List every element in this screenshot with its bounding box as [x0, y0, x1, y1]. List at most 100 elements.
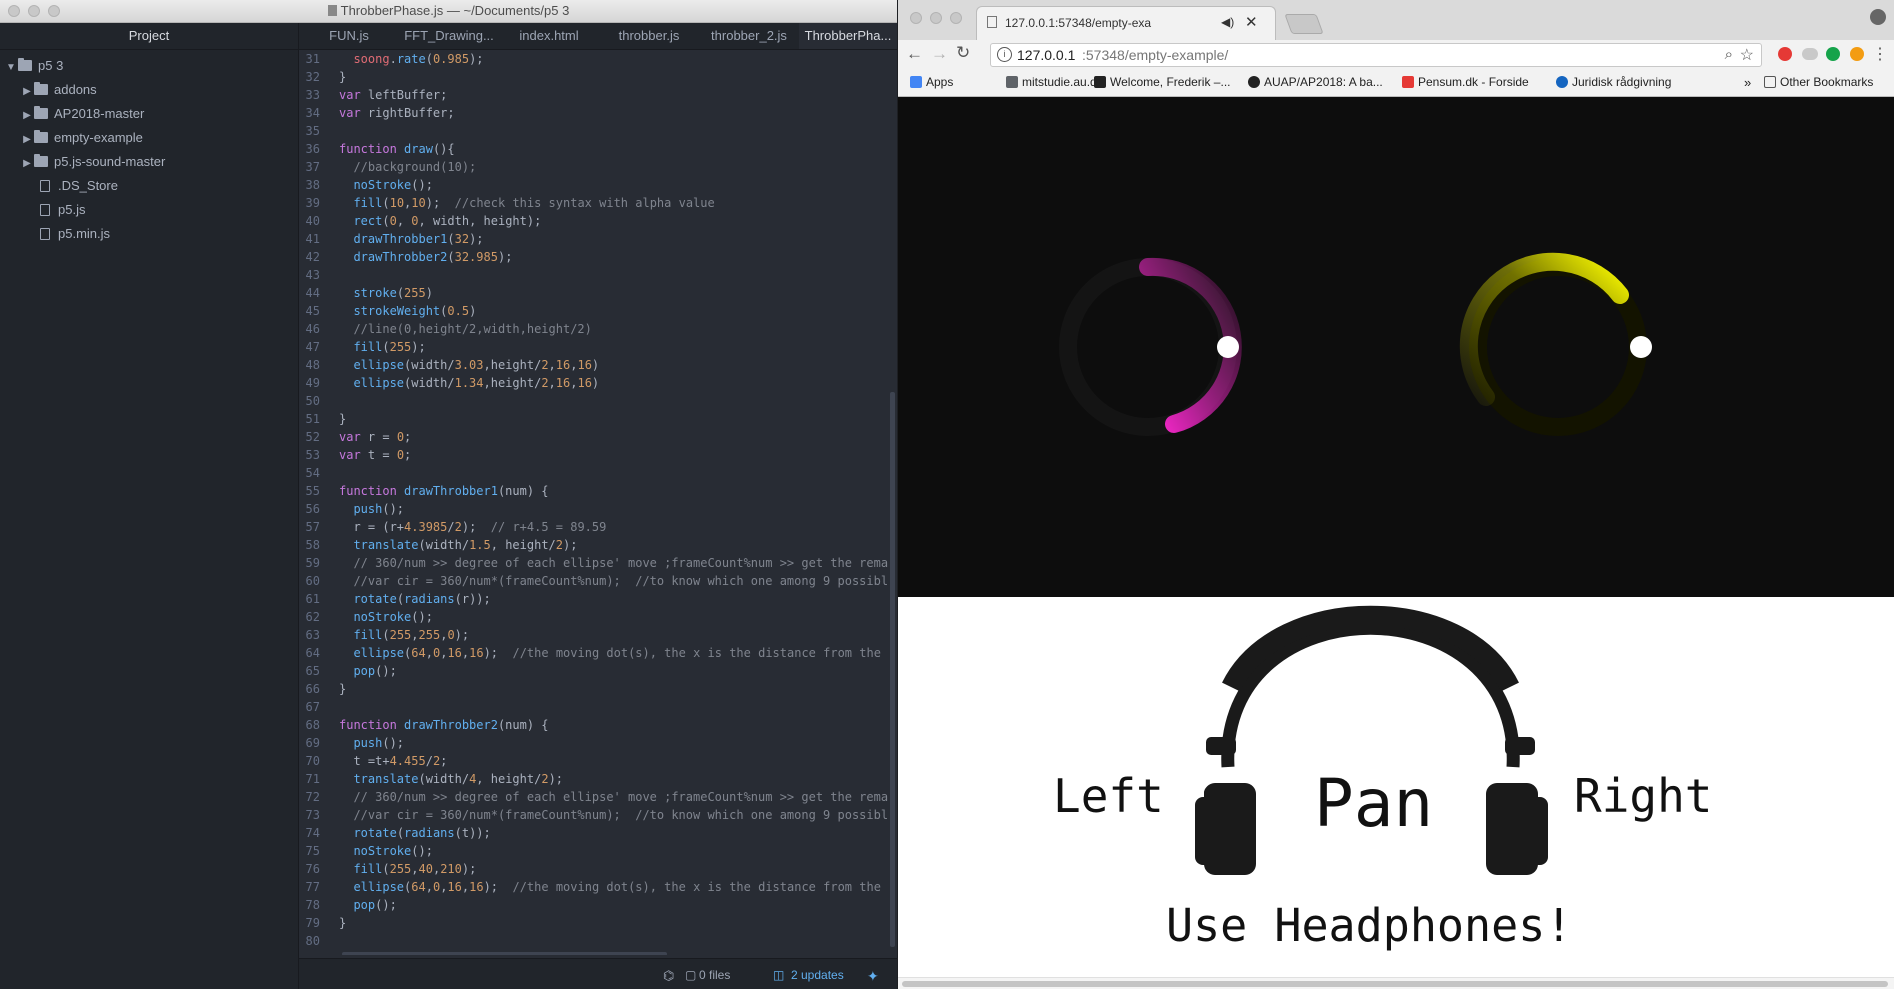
code-line[interactable]: var rightBuffer; — [339, 106, 455, 120]
back-icon[interactable]: ← — [906, 44, 923, 64]
code-line[interactable]: noStroke(); — [339, 610, 432, 624]
line-number: 46 — [305, 322, 320, 336]
scrollbar-thumb[interactable] — [902, 981, 1888, 987]
code-line[interactable]: fill(10,10); //check this syntax with al… — [339, 196, 714, 210]
close-window-button[interactable] — [910, 12, 922, 24]
code-line[interactable]: //background(10); — [339, 160, 476, 174]
page-horizontal-scrollbar[interactable] — [898, 977, 1894, 989]
zoom-window-button[interactable] — [950, 12, 962, 24]
grammarly-extension-icon[interactable] — [1826, 47, 1840, 61]
line-number: 52 — [305, 430, 320, 444]
code-line[interactable]: noStroke(); — [339, 178, 432, 192]
vertical-scrollbar[interactable] — [890, 392, 895, 947]
broadcast-icon[interactable]: ⌬ — [663, 968, 674, 984]
code-line[interactable]: } — [339, 682, 346, 696]
tab-fft-drawing[interactable]: FFT_Drawing... — [399, 23, 499, 49]
code-line[interactable]: drawThrobber1(32); — [339, 232, 483, 246]
code-line[interactable]: t =t+4.455/2; — [339, 754, 447, 768]
tree-folder-p5-sound[interactable]: ▶ p5.js-sound-master — [20, 150, 165, 174]
code-line[interactable]: var t = 0; — [339, 448, 411, 462]
code-line[interactable]: noStroke(); — [339, 844, 432, 858]
code-line[interactable]: stroke(255) — [339, 286, 433, 300]
close-tab-icon[interactable]: ✕ — [1245, 13, 1258, 31]
browser-tab-active[interactable]: 127.0.0.1:57348/empty-exa ◀) ✕ — [976, 6, 1276, 40]
reload-icon[interactable]: ↻ — [956, 43, 970, 63]
bookmarks-bar: Apps mitstudie.au.dk Welcome, Frederik –… — [898, 70, 1894, 97]
code-line[interactable]: var r = 0; — [339, 430, 411, 444]
code-line[interactable]: pop(); — [339, 664, 396, 678]
forward-icon[interactable]: → — [931, 44, 948, 64]
extension-icon[interactable] — [1850, 47, 1864, 61]
code-line[interactable]: fill(255); — [339, 340, 425, 354]
code-line[interactable]: strokeWeight(0.5) — [339, 304, 476, 318]
code-line[interactable]: var leftBuffer; — [339, 88, 447, 102]
tab-throbberphase-js[interactable]: ThrobberPha... — [799, 23, 897, 49]
code-line[interactable]: } — [339, 70, 346, 84]
tab-index-html[interactable]: index.html — [499, 23, 599, 49]
code-line[interactable]: rotate(radians(t)); — [339, 826, 490, 840]
bookmark-apps[interactable]: Apps — [910, 75, 953, 89]
tab-throbber-2-js[interactable]: throbber_2.js — [699, 23, 799, 49]
code-line[interactable]: rotate(radians(r)); — [339, 592, 490, 606]
tree-file-p5js[interactable]: p5.js — [40, 198, 85, 222]
code-line[interactable]: ellipse(width/1.34,height/2,16,16) — [339, 376, 599, 390]
updates-link[interactable]: 2 updates — [791, 968, 844, 982]
code-line[interactable]: function drawThrobber1(num) { — [339, 484, 549, 498]
star-icon[interactable]: ☆ — [1740, 45, 1754, 65]
info-icon[interactable]: i — [997, 47, 1012, 62]
code-line[interactable]: r = (r+4.3985/2); // r+4.5 = 89.59 — [339, 520, 606, 534]
code-line[interactable]: ellipse(64,0,16,16); //the moving dot(s)… — [339, 646, 880, 660]
code-line[interactable]: function drawThrobber2(num) { — [339, 718, 549, 732]
other-bookmarks[interactable]: Other Bookmarks — [1764, 75, 1873, 89]
code-line[interactable]: //var cir = 360/num*(frameCount%num); //… — [339, 574, 888, 588]
code-editor[interactable]: 31 soong.rate(0.985); 32} 33 var leftBuffer… — [299, 50, 897, 955]
code-line[interactable]: } — [339, 412, 346, 426]
bookmark-auap[interactable]: AUAP/AP2018: A ba... — [1248, 75, 1383, 89]
bookmark-mitstudie[interactable]: mitstudie.au.dk — [1006, 75, 1103, 89]
bird-icon[interactable]: ✦ — [867, 968, 879, 985]
line-number: 47 — [305, 340, 320, 354]
speaker-icon[interactable]: ◀) — [1221, 15, 1234, 29]
tree-file-p5-min-js[interactable]: p5.min.js — [40, 222, 110, 246]
tab-throbber-js[interactable]: throbber.js — [599, 23, 699, 49]
tree-folder-ap2018-master[interactable]: ▶ AP2018-master — [20, 102, 144, 126]
address-bar[interactable]: i 127.0.0.1 :57348/empty-example/ ⌕ ☆ — [990, 43, 1762, 67]
tab-fun-js[interactable]: FUN.js — [299, 23, 399, 49]
code-line[interactable]: function draw(){ — [339, 142, 455, 156]
p5-canvas[interactable] — [898, 97, 1894, 597]
tree-folder-addons[interactable]: ▶ addons — [20, 78, 97, 102]
code-line[interactable]: // 360/num >> degree of each ellipse' mo… — [339, 556, 888, 570]
code-line[interactable]: fill(255,255,0); — [339, 628, 469, 642]
tree-file-ds-store[interactable]: .DS_Store — [40, 174, 118, 198]
more-bookmarks-icon[interactable]: » — [1744, 75, 1751, 90]
code-line[interactable]: translate(width/1.5, height/2); — [339, 538, 577, 552]
code-line[interactable]: translate(width/4, height/2); — [339, 772, 563, 786]
minimize-window-button[interactable] — [930, 12, 942, 24]
horizontal-scrollbar[interactable] — [342, 952, 667, 955]
code-line[interactable]: fill(255,40,210); — [339, 862, 476, 876]
zoom-icon[interactable]: ⌕ — [1725, 46, 1733, 63]
code-line[interactable]: ellipse(64,0,16,16); //the moving dot(s)… — [339, 880, 880, 894]
code-line[interactable]: ellipse(width/3.03,height/2,16,16) — [339, 358, 599, 372]
bookmark-welcome[interactable]: Welcome, Frederik –... — [1094, 75, 1230, 89]
code-line[interactable]: push(); — [339, 736, 404, 750]
cloud-extension-icon[interactable] — [1802, 48, 1818, 60]
git-files-status[interactable]: 0 files — [699, 968, 730, 982]
new-tab-button[interactable] — [1284, 14, 1324, 34]
code-line[interactable]: soong.rate(0.985); — [339, 52, 483, 66]
code-line[interactable]: // 360/num >> degree of each ellipse' mo… — [339, 790, 888, 804]
code-line[interactable]: rect(0, 0, width, height); — [339, 214, 541, 228]
code-line[interactable]: push(); — [339, 502, 404, 516]
tree-root-folder[interactable]: ▼ p5 3 — [4, 54, 63, 78]
opera-extension-icon[interactable] — [1778, 47, 1792, 61]
code-line[interactable]: pop(); — [339, 898, 396, 912]
bookmark-pensum[interactable]: Pensum.dk - Forside — [1402, 75, 1529, 89]
code-line[interactable]: } — [339, 916, 346, 930]
code-line[interactable]: //line(0,height/2,width,height/2) — [339, 322, 591, 336]
code-line[interactable]: drawThrobber2(32.985); — [339, 250, 512, 264]
bookmark-juridisk[interactable]: Juridisk rådgivning — [1556, 75, 1671, 89]
code-line[interactable]: //var cir = 360/num*(frameCount%num); //… — [339, 808, 888, 822]
menu-icon[interactable]: ⋮ — [1872, 44, 1888, 64]
profile-icon[interactable] — [1870, 9, 1886, 25]
tree-folder-empty-example[interactable]: ▶ empty-example — [20, 126, 143, 150]
